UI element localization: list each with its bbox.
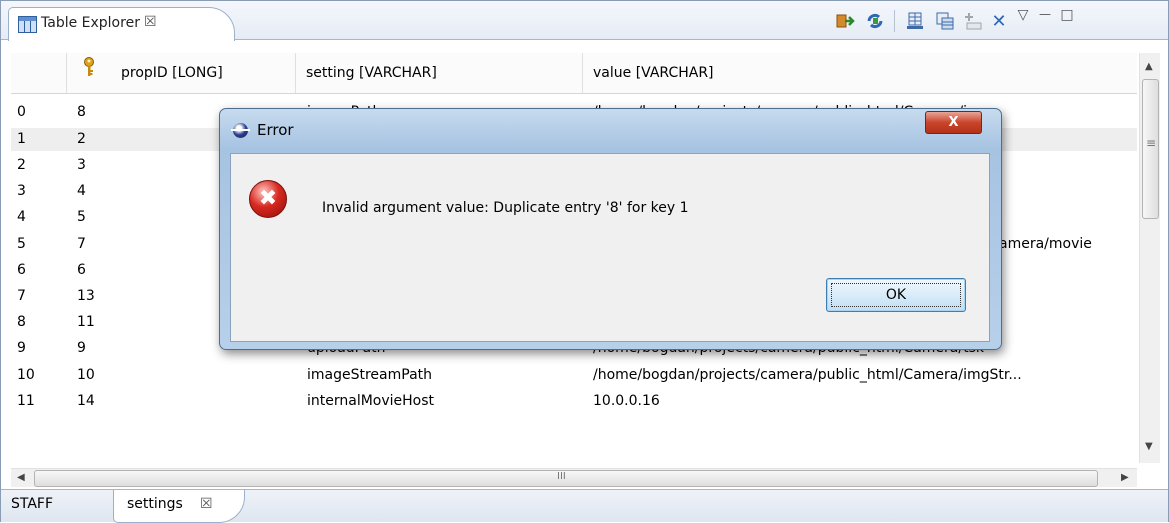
row-number: 11 — [17, 393, 35, 409]
duplicate-row-icon[interactable] — [933, 9, 957, 33]
close-tab-icon[interactable]: ☒ — [200, 496, 213, 512]
add-row-icon[interactable] — [904, 9, 928, 33]
error-message: Invalid argument value: Duplicate entry … — [322, 200, 689, 216]
grip-icon: ≡ — [1146, 136, 1157, 150]
table-header: propID [LONG] setting [VARCHAR] value [V… — [11, 53, 1137, 94]
primary-key-icon — [83, 53, 95, 93]
row-number: 7 — [17, 288, 26, 304]
dialog-title: Error — [257, 121, 294, 139]
minimize-icon[interactable]: — — [1035, 2, 1055, 26]
column-label: value [VARCHAR] — [593, 65, 714, 81]
insert-row-icon[interactable] — [961, 9, 985, 33]
row-number: 4 — [17, 209, 26, 225]
dialog-body: ✖ Invalid argument value: Duplicate entr… — [230, 153, 990, 342]
tab-staff[interactable]: STAFF — [11, 496, 53, 512]
tab-settings[interactable]: settings ☒ — [113, 490, 245, 523]
error-dialog: Error X ✖ Invalid argument value: Duplic… — [219, 108, 1002, 350]
row-number: 8 — [17, 314, 26, 330]
cell-propid[interactable]: 10 — [77, 364, 292, 387]
scroll-down-arrow-icon[interactable]: ▼ — [1145, 441, 1153, 452]
grip-icon: III — [557, 471, 566, 482]
cell-setting[interactable]: internalMovieHost — [307, 390, 577, 413]
view-tab-bar: Table Explorer ☒ ✕ ▽ — □ — [1, 1, 1168, 41]
column-header-value[interactable]: value [VARCHAR] — [583, 53, 1137, 93]
cell-value[interactable]: /home/bogdan/projects/camera/public_html… — [593, 364, 1137, 387]
horizontal-scroll-thumb[interactable]: III — [34, 470, 1098, 487]
toolbar-separator — [894, 10, 895, 32]
column-header-setting[interactable]: setting [VARCHAR] — [296, 53, 583, 93]
table-explorer-icon — [18, 16, 37, 33]
maximize-icon[interactable]: □ — [1057, 3, 1077, 27]
row-number: 1 — [17, 131, 26, 147]
table-row[interactable]: 10 10 imageStreamPath /home/bogdan/proje… — [11, 364, 1137, 387]
ok-label: OK — [885, 287, 907, 303]
row-number: 10 — [17, 367, 35, 383]
export-icon[interactable] — [834, 9, 858, 33]
view-title: Table Explorer — [41, 15, 140, 31]
horizontal-scrollbar[interactable]: ◀ III ▶ — [11, 468, 1137, 487]
error-glyph: ✖ — [258, 186, 278, 211]
scroll-left-arrow-icon[interactable]: ◀ — [17, 472, 25, 483]
error-icon: ✖ — [249, 180, 287, 218]
column-label: propID [LONG] — [121, 65, 223, 81]
row-number: 6 — [17, 262, 26, 278]
row-number: 9 — [17, 340, 26, 356]
eclipse-icon — [231, 123, 250, 138]
close-button[interactable]: X — [925, 111, 982, 134]
row-number: 3 — [17, 183, 26, 199]
row-number: 0 — [17, 104, 26, 120]
refresh-icon[interactable] — [863, 9, 887, 33]
view-menu-icon[interactable]: ▽ — [1013, 3, 1033, 27]
vertical-scroll-thumb[interactable]: ≡ — [1142, 79, 1159, 219]
ok-button[interactable]: OK — [826, 278, 966, 312]
delete-icon[interactable]: ✕ — [988, 9, 1010, 33]
row-number: 5 — [17, 236, 26, 252]
row-number-header — [11, 53, 67, 93]
scroll-up-arrow-icon[interactable]: ▲ — [1145, 61, 1153, 72]
cell-propid[interactable]: 14 — [77, 390, 292, 413]
table-row[interactable]: 11 14 internalMovieHost 10.0.0.16 — [11, 390, 1137, 413]
vertical-scrollbar[interactable]: ▲ ≡ ▼ — [1139, 53, 1160, 463]
column-label: setting [VARCHAR] — [306, 65, 437, 81]
tab-table-explorer[interactable]: Table Explorer ☒ — [8, 7, 235, 41]
editor-tab-bar: STAFF settings ☒ — [1, 489, 1168, 523]
close-tab-icon[interactable]: ☒ — [144, 14, 157, 30]
scroll-right-arrow-icon[interactable]: ▶ — [1121, 472, 1129, 483]
cell-value[interactable]: 10.0.0.16 — [593, 390, 1137, 413]
column-header-propid[interactable]: propID [LONG] — [67, 53, 296, 93]
cell-setting[interactable]: imageStreamPath — [307, 364, 577, 387]
tab-label: settings — [127, 496, 183, 512]
row-number: 2 — [17, 157, 26, 173]
cell-value[interactable]: amera/movie — [999, 233, 1137, 256]
